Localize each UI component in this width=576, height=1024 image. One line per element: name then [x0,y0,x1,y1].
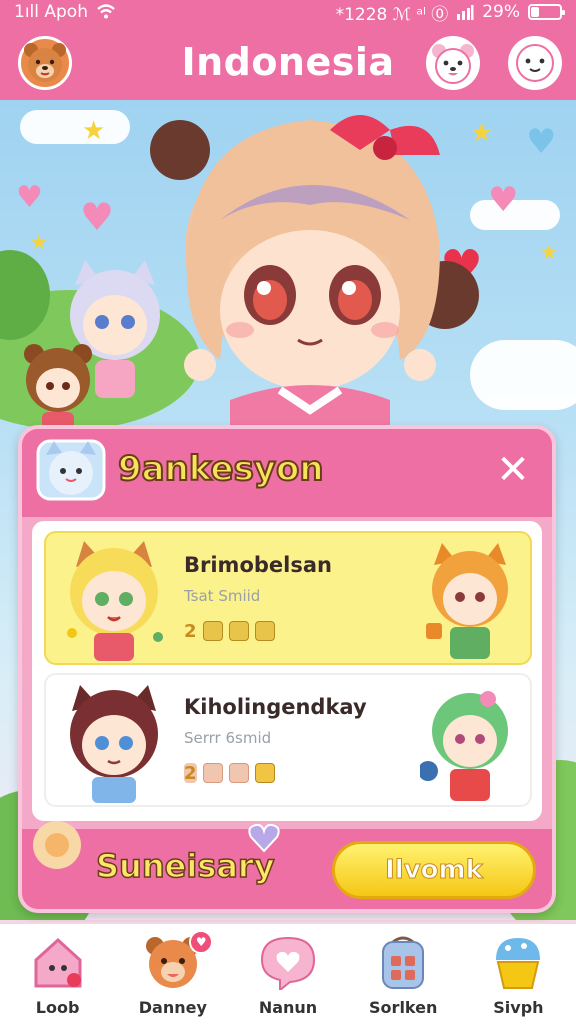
star-icon: ★ [540,240,558,264]
app-header: Indonesia [0,24,576,100]
panel-title: 9ankesyon [117,448,325,490]
star-icon: ★ [82,116,106,146]
claim-button[interactable]: Ilvomk [332,841,536,899]
battery-fill [531,7,540,17]
heart-bubble-icon [260,936,316,990]
nav-label: Danney [138,998,207,1017]
ranking-list: Brimobelsan Tsat Smiid 2 Kiholingendkay … [32,521,542,821]
star-icon: ★ [30,230,48,254]
status-left: 1ıll Apoh [14,2,116,22]
gem-icon [254,621,275,641]
item-score: 2 [184,621,197,642]
nav-label: Loob [35,998,80,1017]
gem-icon [202,621,223,641]
item-score: 2 [184,763,197,784]
blonde-cat-girl-avatar [67,541,163,661]
page-title: Indonesia [181,40,395,84]
menu-ghost-button[interactable] [508,36,562,90]
bear-icon [24,43,66,82]
item-subtitle: Tsat Smiid [184,587,261,605]
list-item[interactable]: Kiholingendkay Serrr 6smid 2 [44,673,532,807]
nav-item-loob[interactable]: Loob [0,924,115,1024]
heart-icon: ♥ [488,180,519,220]
gem-icon [228,621,249,641]
nav-label: Sivph [493,998,544,1017]
nav-item-danney[interactable]: ♥ Danney [115,924,230,1024]
nav-label: Nanun [258,998,318,1017]
signal-icon [457,5,474,20]
main-character [150,115,479,430]
ghost-face-icon [516,44,554,82]
ranking-panel: 9ankesyon ✕ Brimobelsan Tsat Smiid 2 Kih… [18,425,556,913]
panel-footer: Suneisary Ilvomk [22,821,552,909]
panel-header: 9ankesyon ✕ [22,429,552,517]
friends-button[interactable] [426,36,480,90]
status-right: *1228 ℳ ᵃˡ ⓪ 29% [335,0,565,25]
nav-label: Sorlken [369,998,438,1017]
item-name: Kiholingendkay [184,695,367,719]
item-name: Brimobelsan [184,553,332,577]
nav-item-nanun[interactable]: Nanun [230,924,345,1024]
heart-icon [248,823,280,853]
carrier-text: 1ıll Apoh [14,2,88,22]
house-icon [34,937,82,988]
gem-icon [228,763,249,783]
profile-bear-button[interactable] [18,36,72,90]
battery-text: 29% [482,2,520,22]
item-subtitle: Serrr 6smid [184,729,272,747]
orange-hair-girl-avatar [426,543,508,659]
flower-icon [33,821,81,869]
gem-icon [254,763,275,783]
backpack-icon [382,936,425,989]
status-info-text: *1228 ℳ ᵃˡ ⓪ [335,4,449,25]
list-item[interactable]: Brimobelsan Tsat Smiid 2 [44,531,532,665]
close-icon: ✕ [496,447,530,493]
item-badges: 2 [184,763,275,784]
nav-item-sorlken[interactable]: Sorlken [346,924,461,1024]
white-bear-icon [432,44,474,84]
notification-badge: ♥ [189,930,214,954]
cupcake-icon [496,938,541,989]
panel-avatar-icon [36,439,106,501]
gem-icon [202,763,223,783]
nav-item-sivph[interactable]: Sivph [461,924,576,1024]
heart-icon: ♥ [16,180,43,215]
heart-icon: ♥ [526,122,557,162]
battery-icon [528,4,565,20]
cloud [470,340,576,410]
heart-icon: ♥ [80,195,115,239]
cloud [20,110,130,144]
green-hair-girl-avatar [420,691,508,801]
wifi-icon [97,4,115,19]
brown-hair-girl-avatar [70,685,158,803]
item-badges: 2 [184,621,275,642]
bottom-nav: Loob ♥ Danney Nanun Sorlken Sivph [0,922,576,1024]
close-button[interactable]: ✕ [484,441,542,499]
status-bar: 1ıll Apoh *1228 ℳ ᵃˡ ⓪ 29% [0,0,576,25]
